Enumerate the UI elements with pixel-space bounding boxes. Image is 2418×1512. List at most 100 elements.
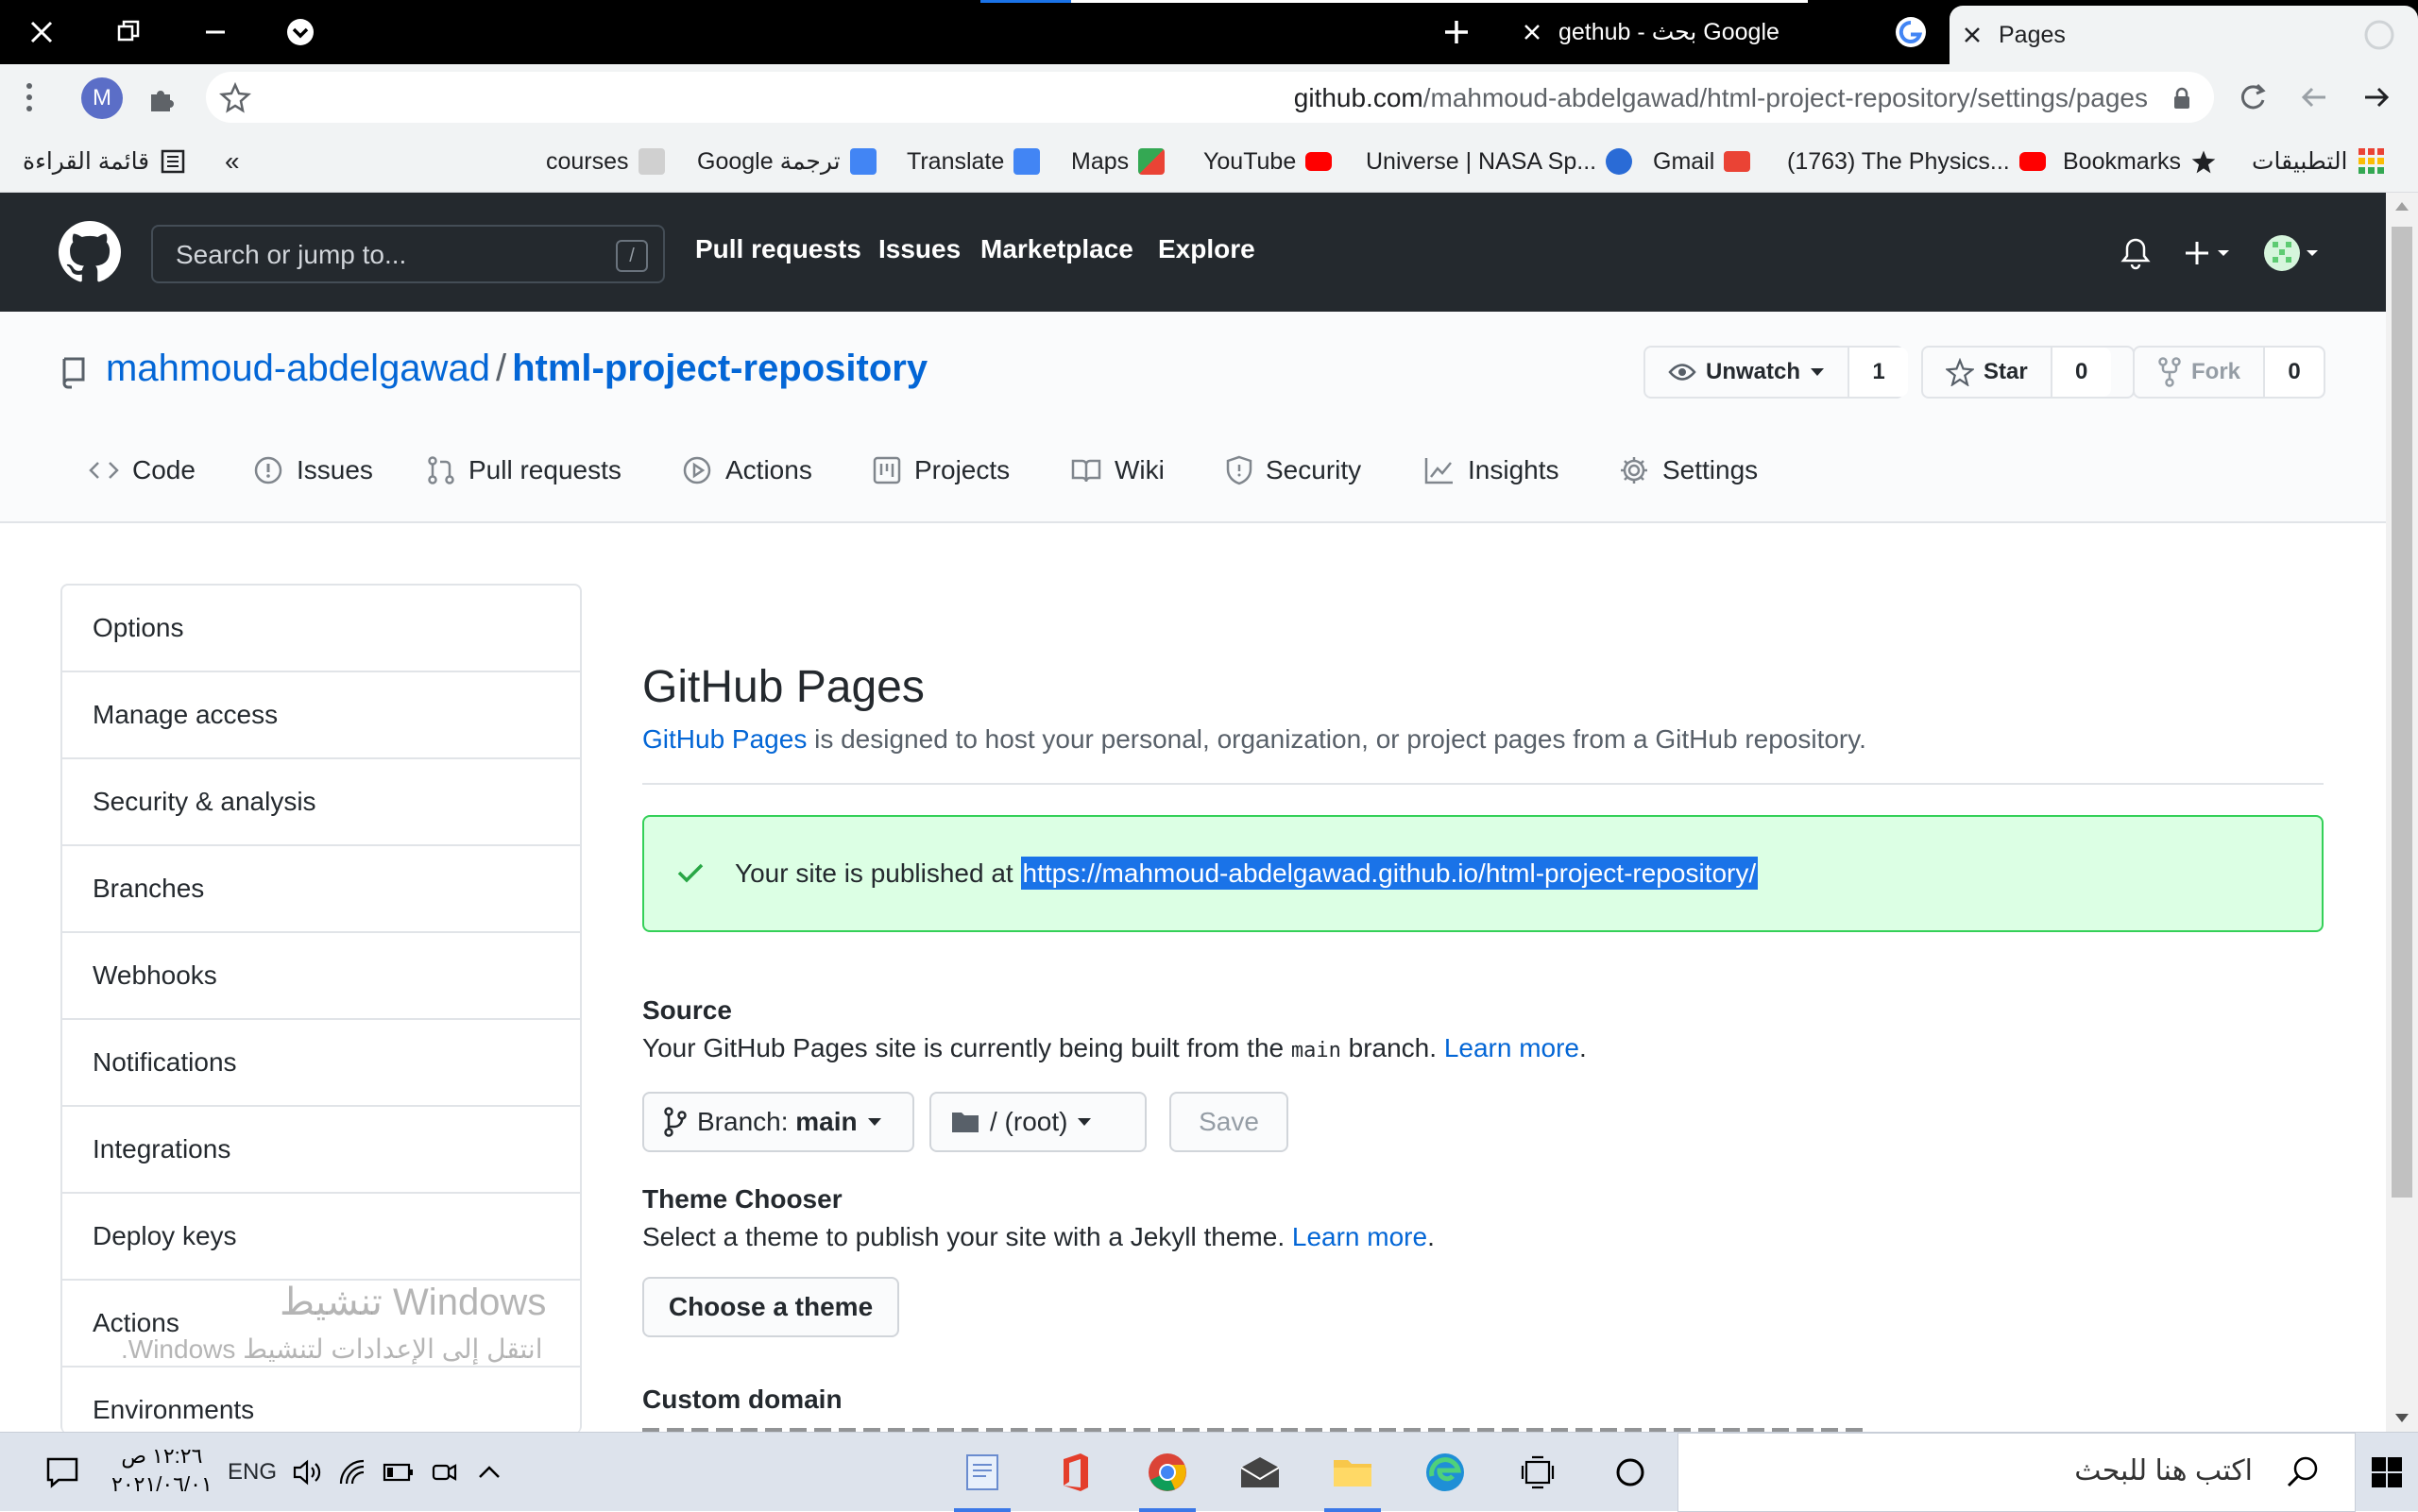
pages-settings-main: GitHub Pages GitHub Pages is designed to… bbox=[642, 661, 2324, 932]
bookmark-nasa[interactable]: Universe | NASA Sp... bbox=[1366, 130, 1633, 193]
battery-icon[interactable] bbox=[380, 1433, 417, 1512]
apps-grid-icon bbox=[2358, 148, 2384, 174]
user-avatar-dropdown[interactable] bbox=[2263, 234, 2322, 272]
tab-insights[interactable]: Insights bbox=[1424, 444, 1559, 497]
tab-issues[interactable]: Issues bbox=[253, 444, 373, 497]
tab-projects[interactable]: Projects bbox=[873, 444, 1010, 497]
learn-more-link[interactable]: Learn more bbox=[1444, 1033, 1579, 1062]
tab-code[interactable]: Code bbox=[89, 444, 196, 497]
flash-message: Your site is published at https://mahmou… bbox=[735, 857, 1759, 890]
taskbar-app-office-icon[interactable] bbox=[1045, 1433, 1105, 1512]
github-pages-link[interactable]: GitHub Pages bbox=[642, 724, 807, 754]
task-view-icon[interactable] bbox=[1507, 1433, 1568, 1512]
forward-arrow-icon[interactable] bbox=[2358, 79, 2393, 115]
active-app-indicator bbox=[954, 1508, 1011, 1512]
tab-search-icon[interactable] bbox=[281, 13, 319, 51]
fork-button[interactable]: Fork bbox=[2135, 348, 2266, 397]
back-arrow-icon[interactable] bbox=[2297, 79, 2333, 115]
taskbar-search-input[interactable]: اكتب هنا للبحث bbox=[1677, 1433, 2356, 1512]
show-hidden-icons-chevron-icon[interactable] bbox=[470, 1433, 508, 1512]
tab-settings[interactable]: Settings bbox=[1619, 444, 1758, 497]
nav-pull-requests[interactable]: Pull requests bbox=[695, 234, 861, 264]
github-logo-icon[interactable] bbox=[59, 221, 121, 283]
minimize-window-icon[interactable] bbox=[196, 13, 234, 51]
sidebar-item-environments[interactable]: Environments bbox=[62, 1368, 580, 1434]
published-site-link[interactable]: https://mahmoud-abdelgawad.github.io/htm… bbox=[1020, 857, 1759, 890]
lock-icon[interactable] bbox=[2172, 87, 2191, 110]
overflow-chevron-icon[interactable]: « bbox=[225, 130, 240, 193]
tab-wiki[interactable]: Wiki bbox=[1071, 444, 1165, 497]
input-language[interactable]: ENG bbox=[225, 1433, 280, 1512]
bookmark-star-icon[interactable] bbox=[219, 81, 251, 113]
branch-select-button[interactable]: Branch: main bbox=[642, 1092, 914, 1152]
clock[interactable]: ١٢:٢٦ ص ٢٠٢١/٠٦/٠١ bbox=[111, 1442, 213, 1499]
menu-kebab-icon[interactable] bbox=[23, 81, 36, 113]
restore-window-icon[interactable] bbox=[110, 13, 147, 51]
taskbar-app-mail-icon[interactable] bbox=[1230, 1433, 1290, 1512]
unwatch-button[interactable]: Unwatch bbox=[1645, 348, 1850, 397]
bookmark-gmail[interactable]: Gmail bbox=[1653, 130, 1751, 193]
meet-now-icon[interactable] bbox=[425, 1433, 463, 1512]
bookmark-courses[interactable]: courses bbox=[546, 130, 665, 193]
bookmark-maps[interactable]: Maps bbox=[1071, 130, 1166, 193]
sidebar-item-branches[interactable]: Branches bbox=[62, 846, 580, 933]
windows-start-icon[interactable] bbox=[2356, 1433, 2418, 1512]
tab-security[interactable]: Security bbox=[1226, 444, 1361, 497]
address-bar-row: M github.com/mahmoud-abdelgawad/html-pro… bbox=[0, 64, 2418, 130]
page-scrollbar[interactable] bbox=[2386, 193, 2418, 1432]
notification-center-icon[interactable] bbox=[38, 1433, 87, 1512]
folder-select-button[interactable]: / (root) bbox=[929, 1092, 1147, 1152]
repo-name-link[interactable]: html-project-repository bbox=[512, 348, 928, 389]
bookmark-physics[interactable]: (1763) The Physics... bbox=[1787, 130, 2046, 193]
sidebar-item-webhooks[interactable]: Webhooks bbox=[62, 933, 580, 1020]
sidebar-item-notifications[interactable]: Notifications bbox=[62, 1020, 580, 1107]
bookmark-apps[interactable]: التطبيقات bbox=[2252, 130, 2386, 193]
network-icon[interactable] bbox=[334, 1433, 372, 1512]
watchers-count[interactable]: 1 bbox=[1849, 348, 1909, 397]
save-button[interactable]: Save bbox=[1169, 1092, 1288, 1152]
bookmark-youtube[interactable]: YouTube bbox=[1203, 130, 1333, 193]
close-window-icon[interactable] bbox=[23, 13, 60, 51]
reload-icon[interactable] bbox=[2235, 79, 2271, 115]
tab-pull-requests[interactable]: Pull requests bbox=[427, 444, 622, 497]
bookmark-translate[interactable]: Translate bbox=[907, 130, 1041, 193]
repo-owner-link[interactable]: mahmoud-abdelgawad bbox=[106, 348, 490, 389]
taskbar-app-chrome-icon[interactable] bbox=[1137, 1433, 1198, 1512]
extensions-icon[interactable] bbox=[145, 81, 179, 115]
stars-count[interactable]: 0 bbox=[2052, 348, 2111, 397]
star-button[interactable]: Star bbox=[1923, 348, 2052, 397]
url-text[interactable]: github.com/mahmoud-abdelgawad/html-proje… bbox=[1294, 83, 2148, 113]
tab-actions[interactable]: Actions bbox=[682, 444, 812, 497]
bookmark-bookmarks[interactable]: Bookmarks bbox=[2063, 130, 2217, 193]
sidebar-item-integrations[interactable]: Integrations bbox=[62, 1107, 580, 1194]
tab-pages[interactable]: Pages bbox=[1950, 6, 2418, 64]
profile-avatar[interactable]: M bbox=[81, 77, 123, 119]
close-tab-icon[interactable] bbox=[1955, 18, 1989, 52]
nav-explore[interactable]: Explore bbox=[1158, 234, 1255, 264]
windows-activation-watermark: تنشيط Windows bbox=[280, 1282, 547, 1323]
nav-issues[interactable]: Issues bbox=[878, 234, 961, 264]
github-search-input[interactable]: Search or jump to... / bbox=[151, 225, 665, 283]
sidebar-item-manage-access[interactable]: Manage access bbox=[62, 672, 580, 759]
taskbar-app-file-explorer-icon[interactable] bbox=[1322, 1433, 1383, 1512]
omnibox[interactable]: github.com/mahmoud-abdelgawad/html-proje… bbox=[206, 72, 2214, 123]
create-new-dropdown-icon[interactable] bbox=[2184, 236, 2235, 270]
taskbar-app-edge-icon[interactable] bbox=[1415, 1433, 1475, 1512]
reading-list-button[interactable]: قائمة القراءة bbox=[23, 130, 187, 193]
volume-icon[interactable] bbox=[289, 1433, 327, 1512]
close-tab-icon[interactable] bbox=[1515, 15, 1549, 49]
sidebar-item-options[interactable]: Options bbox=[62, 586, 580, 672]
notifications-bell-icon[interactable] bbox=[2120, 236, 2152, 270]
new-tab-icon[interactable] bbox=[1438, 13, 1475, 51]
bookmark-google-translate[interactable]: Google ترجمة bbox=[697, 130, 877, 193]
cortana-icon[interactable] bbox=[1600, 1433, 1660, 1512]
taskbar-app-notepad-icon[interactable] bbox=[952, 1433, 1013, 1512]
forks-count[interactable]: 0 bbox=[2265, 348, 2324, 397]
scrollbar-thumb[interactable] bbox=[2392, 227, 2412, 1198]
nav-marketplace[interactable]: Marketplace bbox=[980, 234, 1133, 264]
sidebar-item-deploy-keys[interactable]: Deploy keys bbox=[62, 1194, 580, 1281]
tab-google-search[interactable]: gethub - بحث Google bbox=[1509, 0, 1950, 64]
sidebar-item-security-analysis[interactable]: Security & analysis bbox=[62, 759, 580, 846]
learn-more-link[interactable]: Learn more bbox=[1292, 1222, 1427, 1251]
choose-theme-button[interactable]: Choose a theme bbox=[642, 1277, 899, 1337]
